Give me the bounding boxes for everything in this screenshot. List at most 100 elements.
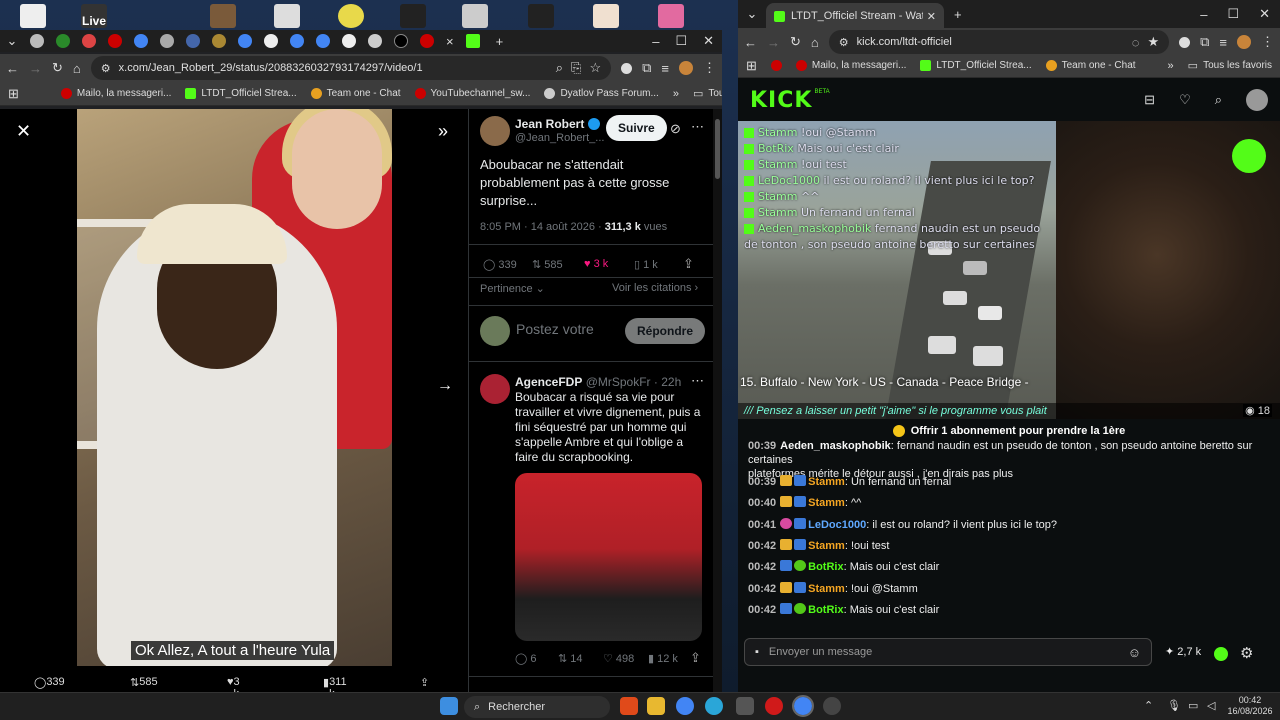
view-quotes-link[interactable]: Voir les citations › — [612, 282, 698, 294]
profile-avatar[interactable] — [1237, 35, 1251, 49]
repost-action[interactable]: ⇅ 585 — [130, 676, 158, 689]
taskbar-search[interactable]: ⌕ Rechercher — [464, 696, 610, 718]
app-icon[interactable] — [823, 697, 841, 715]
volume-icon[interactable]: ◁ — [1207, 699, 1215, 712]
chrome-icon[interactable] — [676, 697, 694, 715]
google-tab-icon[interactable] — [238, 34, 252, 48]
author-handle[interactable]: @Jean_Robert_... — [515, 132, 604, 144]
apps-icon[interactable]: ⊞ — [8, 86, 19, 102]
home-icon[interactable]: ⌂ — [811, 35, 819, 50]
user-avatar[interactable] — [1246, 89, 1268, 111]
reply-image[interactable] — [515, 473, 702, 641]
views-action[interactable]: ▮ 12 k — [648, 652, 678, 665]
chat-user[interactable]: Stamm — [808, 540, 845, 552]
address-bar[interactable]: ⚙ x.com/Jean_Robert_29/status/2088326032… — [90, 56, 612, 80]
profile-avatar[interactable] — [679, 61, 693, 75]
clock[interactable]: 00:42 16/08/2026 — [1226, 695, 1274, 717]
reply-button[interactable]: Répondre — [625, 318, 706, 344]
collapse-panel-icon[interactable]: » — [438, 121, 448, 142]
bookmark-youtubechannel[interactable]: YouTubechannel_sw... — [414, 88, 530, 99]
tab-favicon[interactable] — [82, 34, 96, 48]
sort-dropdown[interactable]: Pertinence ⌄ — [480, 282, 545, 295]
google-tab-icon[interactable] — [316, 34, 330, 48]
reply-action[interactable]: ◯ 339 — [483, 258, 517, 271]
bookmark-ltdt[interactable]: LTDT_Officiel Strea... — [185, 88, 297, 99]
windows-start-icon[interactable] — [440, 697, 458, 715]
extension-icon[interactable] — [621, 62, 633, 74]
more-bookmarks-icon[interactable]: » — [673, 88, 679, 100]
opera-icon[interactable] — [765, 697, 783, 715]
maximize-icon[interactable]: ☐ — [1227, 6, 1239, 22]
youtube-tab-icon[interactable] — [108, 34, 122, 48]
tab-favicon[interactable] — [212, 34, 226, 48]
views-action[interactable]: ▮ 311 k — [323, 676, 347, 700]
disc-icon[interactable] — [338, 4, 364, 28]
bookmark-team-one[interactable]: Team one - Chat — [310, 88, 401, 99]
site-info-icon[interactable]: ⚙ — [101, 62, 111, 75]
close-window-icon[interactable]: ✕ — [703, 33, 714, 49]
scrollbar-thumb[interactable] — [715, 119, 720, 179]
like-action[interactable]: ♥ 3 k — [584, 258, 608, 270]
x-tab-icon[interactable] — [394, 34, 408, 48]
search-icon[interactable]: ⌕ — [1215, 92, 1222, 108]
close-tab-icon[interactable]: × — [446, 34, 454, 49]
maximize-icon[interactable]: ☐ — [675, 33, 687, 49]
network-icon[interactable]: ▭ — [1188, 699, 1198, 712]
bookmark-star-icon[interactable]: ☆ — [589, 60, 601, 76]
home-icon[interactable]: ⌂ — [73, 61, 81, 76]
like-action[interactable]: ♡ 498 — [603, 652, 634, 665]
bookmark-action[interactable]: ▯ 1 k — [634, 258, 658, 271]
media-icon[interactable]: ≡ — [1219, 35, 1227, 50]
browse-icon[interactable]: ⊟ — [1144, 92, 1155, 108]
microphone-icon[interactable]: 🎙 — [1167, 699, 1181, 712]
install-icon[interactable]: ⎘ — [571, 60, 581, 76]
search-icon[interactable]: ⌕ — [556, 60, 563, 76]
chrome-icon[interactable] — [792, 695, 814, 717]
chat-message[interactable]: 00:41 LeDoc1000: il est ou roland? il vie… — [748, 518, 1268, 532]
youtube-bookmark-icon[interactable] — [770, 60, 782, 71]
kick-coin-icon[interactable] — [1214, 647, 1228, 661]
chat-user[interactable]: Stamm — [808, 583, 845, 595]
avatar[interactable] — [480, 374, 510, 404]
repost-action[interactable]: ⇅ 14 — [558, 652, 583, 665]
document-icon[interactable] — [593, 4, 619, 28]
share-icon[interactable]: ⇪ — [690, 650, 701, 666]
gift-sub-banner[interactable]: Offrir 1 abonnement pour prendre la 1ère — [738, 421, 1280, 441]
youtube-tab-icon[interactable] — [420, 34, 434, 48]
bookmark-dyatlov[interactable]: Dyatlov Pass Forum... — [544, 88, 659, 99]
bookmark-team-one[interactable]: Team one - Chat — [1045, 60, 1136, 71]
menu-icon[interactable]: ⋮ — [1261, 34, 1274, 50]
settings-gear-icon[interactable]: ⚙ — [1240, 644, 1253, 662]
video-icon[interactable] — [400, 4, 426, 28]
wikipedia-tab-icon[interactable] — [342, 34, 356, 48]
new-tab-icon[interactable]: + — [954, 7, 962, 22]
chat-user[interactable]: BotRix — [808, 561, 843, 573]
chat-user[interactable]: BotRix — [808, 604, 843, 616]
app-icon[interactable] — [210, 4, 236, 28]
author-name[interactable]: Jean Robert — [515, 117, 600, 131]
chat-message[interactable]: 00:42 BotRix: Mais oui c'est clair — [748, 603, 1268, 617]
brave-icon[interactable] — [620, 697, 638, 715]
video-player[interactable]: Ok Allez, A tout a l'heure Yula — [77, 109, 392, 666]
more-bookmarks-icon[interactable]: » — [1168, 60, 1174, 72]
site-info-icon[interactable]: ⚙ — [839, 36, 849, 49]
reply-action[interactable]: ◯ 6 — [515, 652, 537, 665]
avatar[interactable] — [480, 116, 510, 146]
eye-off-icon[interactable]: ◌ — [1132, 35, 1140, 50]
more-icon[interactable]: ⋯ — [691, 373, 704, 389]
reply-action[interactable]: ◯ 339 — [34, 676, 65, 689]
forward-icon[interactable]: → — [29, 61, 42, 76]
file-icon[interactable] — [20, 4, 46, 28]
reply-input[interactable]: Postez votre — [516, 321, 594, 337]
app-icon[interactable] — [736, 697, 754, 715]
chat-message[interactable]: 00:42 BotRix: Mais oui c'est clair — [748, 560, 1268, 574]
live-desktop-icon[interactable]: Live — [81, 4, 107, 28]
share-icon[interactable]: ⇪ — [420, 676, 429, 689]
bookmark-mailo[interactable]: Mailo, la messageri... — [795, 60, 906, 71]
forward-icon[interactable]: → — [767, 35, 780, 50]
google-tab-icon[interactable] — [290, 34, 304, 48]
bookmark-mailo[interactable]: Mailo, la messageri... — [60, 88, 171, 99]
follow-button[interactable]: Suivre — [606, 115, 667, 141]
tab-favicon[interactable] — [160, 34, 174, 48]
wikipedia-tab-icon[interactable] — [264, 34, 278, 48]
